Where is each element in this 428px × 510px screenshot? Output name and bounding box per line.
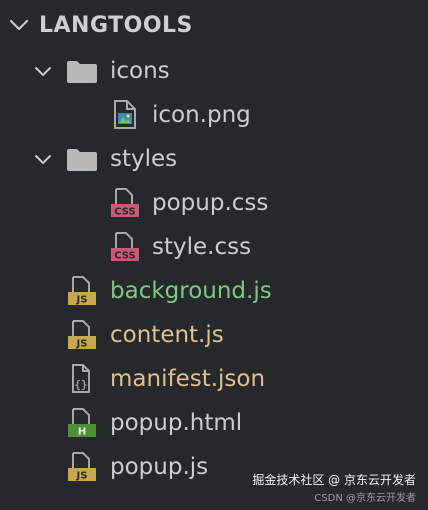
css-file-icon: CSS (111, 232, 139, 262)
html-file-icon: H (68, 408, 96, 438)
tree-item-file-popup-css[interactable]: CSS popup.css (0, 182, 428, 226)
html-badge-text: H (78, 427, 86, 438)
tree-item-file-popup-html[interactable]: H popup.html (0, 402, 428, 446)
tree-item-file-content-js[interactable]: JS content.js (0, 314, 428, 358)
js-badge-text: JS (76, 471, 88, 482)
javascript-file-icon: JS (68, 276, 96, 306)
javascript-file-icon: JS (68, 452, 96, 482)
tree-item-label: icons (110, 58, 170, 84)
tree-item-label: background.js (110, 278, 272, 304)
watermark-text: 掘金技术社区 @ 京东云开发者 (252, 473, 416, 487)
tree-item-file-style-css[interactable]: CSS style.css (0, 226, 428, 270)
tree-item-label: styles (110, 146, 178, 172)
tree-item-file-icon-png[interactable]: icon.png (0, 94, 428, 138)
tree-item-label: content.js (110, 322, 224, 348)
tree-item-file-manifest-json[interactable]: {} manifest.json (0, 358, 428, 402)
tree-item-label: style.css (152, 234, 252, 260)
tree-item-label: popup.js (110, 454, 209, 480)
tree-item-file-background-js[interactable]: JS background.js (0, 270, 428, 314)
tree-item-folder-styles[interactable]: styles (0, 138, 428, 182)
folder-icon (67, 61, 97, 83)
tree-item-label: popup.html (110, 410, 243, 436)
file-explorer: LANGTOOLS icons icon.png styles CSS popu… (0, 0, 428, 510)
json-badge-text: {} (74, 378, 87, 391)
explorer-section-header[interactable]: LANGTOOLS (0, 0, 428, 52)
javascript-file-icon: JS (68, 320, 96, 350)
chevron-down-icon[interactable] (6, 12, 32, 38)
css-badge-text: CSS (114, 207, 135, 218)
image-file-icon (114, 100, 136, 129)
chevron-down-icon[interactable] (31, 60, 55, 84)
tree-item-label: manifest.json (110, 366, 266, 392)
project-title: LANGTOOLS (39, 13, 193, 38)
tree-item-label: icon.png (152, 102, 251, 128)
chevron-down-icon[interactable] (31, 148, 55, 172)
watermark-text-secondary: CSDN @京东云开发者 (314, 493, 416, 504)
js-badge-text: JS (76, 339, 88, 350)
folder-icon (67, 149, 97, 171)
js-badge-text: JS (76, 295, 88, 306)
tree-item-label: popup.css (152, 190, 269, 216)
css-file-icon: CSS (111, 188, 139, 218)
json-file-icon: {} (72, 364, 90, 393)
tree-item-folder-icons[interactable]: icons (0, 50, 428, 94)
css-badge-text: CSS (114, 251, 135, 262)
